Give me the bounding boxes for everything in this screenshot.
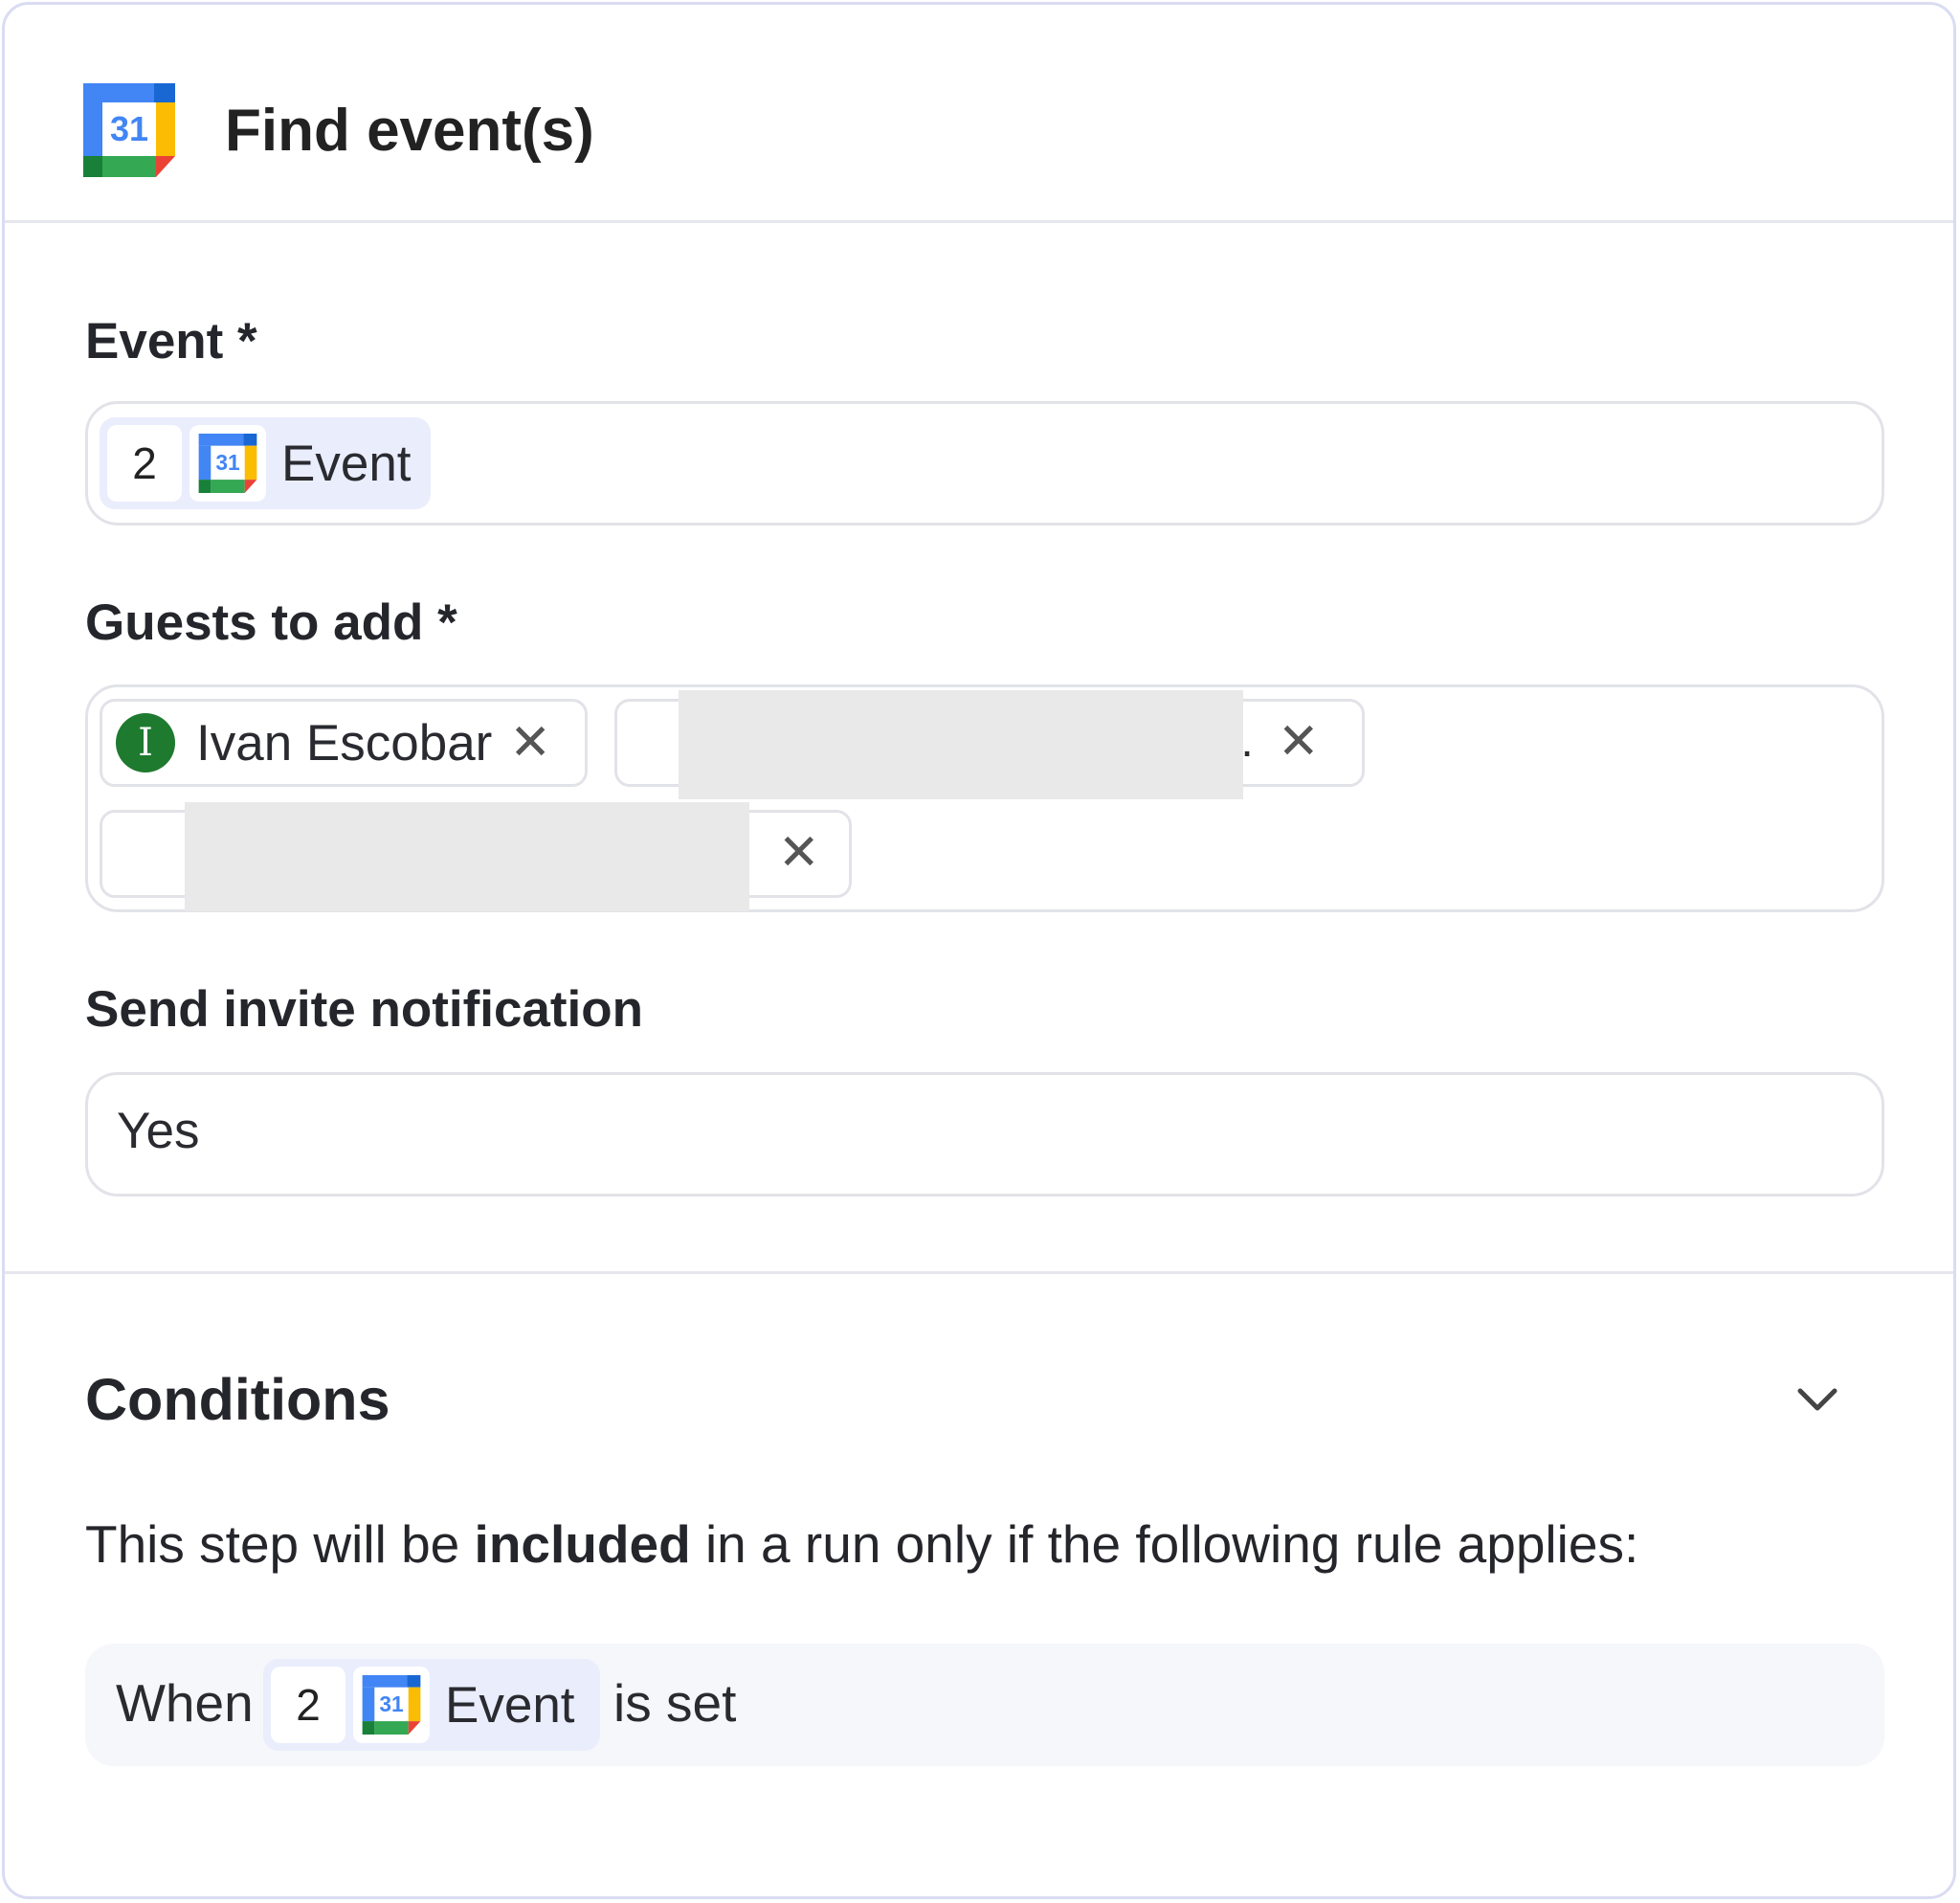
rule-when: When: [116, 1673, 254, 1733]
event-token[interactable]: 2 31 Event: [100, 417, 431, 509]
guest-avatar: I: [116, 713, 175, 772]
google-calendar-icon: 31: [189, 425, 266, 502]
close-icon[interactable]: ✕: [509, 718, 551, 768]
step-card: 31 Find event(s) Event * 2 31 Event Gues…: [2, 2, 1956, 1899]
notification-field[interactable]: Yes: [85, 1072, 1884, 1197]
rule-box: When 2 31 Event is set: [85, 1644, 1884, 1766]
guests-field[interactable]: I Ivan Escobar ✕ .. ✕ . ✕: [85, 684, 1884, 912]
step-number: 2: [271, 1667, 345, 1743]
token-label: Event: [281, 435, 412, 492]
event-label: Event *: [85, 313, 257, 369]
guest-name: Ivan Escobar: [196, 714, 493, 772]
svg-text:31: 31: [379, 1691, 404, 1716]
notification-value: Yes: [117, 1103, 200, 1159]
page-title: Find event(s): [225, 98, 594, 164]
close-icon[interactable]: ✕: [1278, 717, 1320, 767]
redacted-area: [679, 690, 1243, 799]
rule-emphasis: included: [474, 1514, 691, 1574]
event-field[interactable]: 2 31 Event: [85, 401, 1884, 526]
google-calendar-icon: 31: [83, 83, 175, 177]
divider: [5, 1271, 1953, 1274]
guest-chip: I Ivan Escobar ✕: [100, 699, 588, 787]
step-header: 31 Find event(s): [5, 5, 1953, 223]
guests-label: Guests to add *: [85, 594, 457, 651]
close-icon[interactable]: ✕: [778, 828, 820, 878]
rule-operator: is set: [613, 1673, 737, 1733]
calendar-day-text: 31: [110, 109, 148, 148]
conditions-title: Conditions: [85, 1367, 390, 1432]
google-calendar-icon: 31: [353, 1667, 430, 1743]
rule-event-token[interactable]: 2 31 Event: [263, 1659, 600, 1751]
notification-label: Send invite notification: [85, 981, 644, 1038]
redacted-area: [185, 802, 749, 911]
rule-description: This step will be included in a run only…: [85, 1514, 1639, 1574]
chevron-down-icon[interactable]: [1794, 1383, 1840, 1418]
step-number: 2: [107, 425, 182, 502]
svg-text:31: 31: [215, 450, 240, 475]
token-label: Event: [445, 1676, 575, 1734]
